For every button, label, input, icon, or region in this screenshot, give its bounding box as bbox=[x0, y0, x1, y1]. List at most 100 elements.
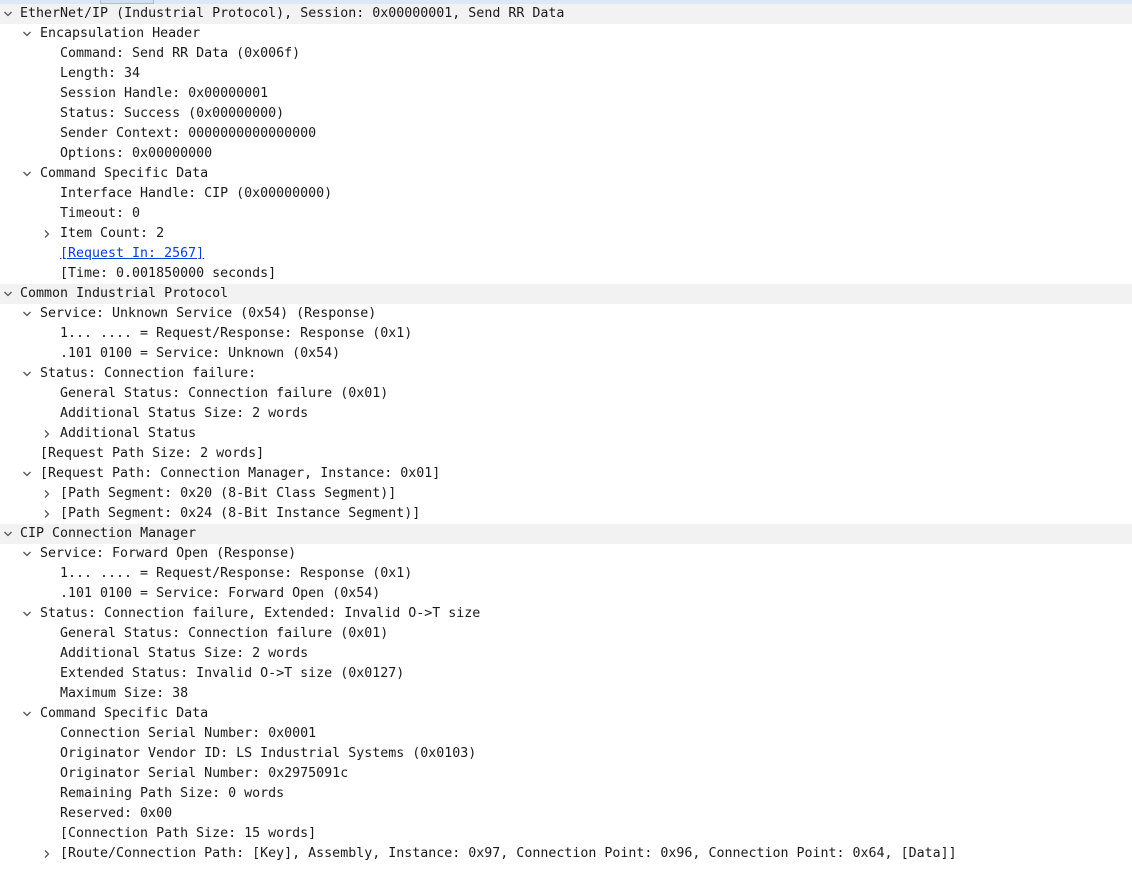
tree-row-label: Extended Status: Invalid O->T size (0x01… bbox=[60, 666, 405, 681]
chevron-down-icon[interactable] bbox=[21, 544, 33, 564]
tree-row-connection-path-size[interactable]: [Connection Path Size: 15 words] bbox=[0, 824, 1132, 844]
tree-row-session-handle[interactable]: Session Handle: 0x00000001 bbox=[0, 84, 1132, 104]
tree-row-label: 1... .... = Request/Response: Response (… bbox=[60, 326, 413, 341]
tree-row-label: Length: 34 bbox=[60, 66, 141, 81]
tree-row-interface-handle[interactable]: Interface Handle: CIP (0x00000000) bbox=[0, 184, 1132, 204]
tree-row-label: Session Handle: 0x00000001 bbox=[60, 86, 269, 101]
tree-row-label: Originator Serial Number: 0x2975091c bbox=[60, 766, 349, 781]
chevron-down-icon[interactable] bbox=[21, 604, 33, 624]
chevron-down-icon[interactable] bbox=[21, 24, 33, 44]
chevron-right-icon[interactable] bbox=[41, 844, 53, 864]
tree-row-common-industrial-protocol[interactable]: Common Industrial Protocol bbox=[0, 284, 1132, 304]
tree-row-cm-extended-status[interactable]: Extended Status: Invalid O->T size (0x01… bbox=[0, 664, 1132, 684]
tree-row-cm-status[interactable]: Status: Connection failure, Extended: In… bbox=[0, 604, 1132, 624]
tree-row-label: Status: Success (0x00000000) bbox=[60, 106, 285, 121]
tree-row-additional-status[interactable]: Additional Status bbox=[0, 424, 1132, 444]
tree-row-label: Originator Vendor ID: LS Industrial Syst… bbox=[60, 746, 477, 761]
tree-row-label: Sender Context: 0000000000000000 bbox=[60, 126, 317, 141]
tree-row-label: Item Count: 2 bbox=[60, 226, 165, 241]
tree-row-path-segment-instance[interactable]: [Path Segment: 0x24 (8-Bit Instance Segm… bbox=[0, 504, 1132, 524]
tree-row-cip-status[interactable]: Status: Connection failure: bbox=[0, 364, 1132, 384]
tree-row-command[interactable]: Command: Send RR Data (0x006f) bbox=[0, 44, 1132, 64]
tree-row-label: [Time: 0.001850000 seconds] bbox=[60, 266, 277, 281]
chevron-right-icon[interactable] bbox=[41, 424, 53, 444]
chevron-right-icon[interactable] bbox=[41, 504, 53, 524]
tree-row-label: Maximum Size: 38 bbox=[60, 686, 189, 701]
tree-row-label: Options: 0x00000000 bbox=[60, 146, 213, 161]
tree-row-route-connection-path[interactable]: [Route/Connection Path: [Key], Assembly,… bbox=[0, 844, 1132, 864]
tree-row-cm-additional-status-size[interactable]: Additional Status Size: 2 words bbox=[0, 644, 1132, 664]
tree-row-timeout[interactable]: Timeout: 0 bbox=[0, 204, 1132, 224]
tree-row-cm-service[interactable]: Service: Forward Open (Response) bbox=[0, 544, 1132, 564]
tree-row-length[interactable]: Length: 34 bbox=[0, 64, 1132, 84]
tree-row-label: [Path Segment: 0x24 (8-Bit Instance Segm… bbox=[60, 506, 421, 521]
tree-row-service[interactable]: Service: Unknown Service (0x54) (Respons… bbox=[0, 304, 1132, 324]
tree-row-label: EtherNet/IP (Industrial Protocol), Sessi… bbox=[20, 6, 565, 21]
tree-row-label: [Route/Connection Path: [Key], Assembly,… bbox=[60, 846, 957, 861]
tree-row-cm-general-status[interactable]: General Status: Connection failure (0x01… bbox=[0, 624, 1132, 644]
tree-row-command-specific-data[interactable]: Command Specific Data bbox=[0, 164, 1132, 184]
tree-row-label: [Request Path: Connection Manager, Insta… bbox=[40, 466, 441, 481]
tree-row-label: [Path Segment: 0x20 (8-Bit Class Segment… bbox=[60, 486, 397, 501]
chevron-down-icon[interactable] bbox=[21, 464, 33, 484]
tree-row-originator-vendor-id[interactable]: Originator Vendor ID: LS Industrial Syst… bbox=[0, 744, 1132, 764]
chevron-down-icon[interactable] bbox=[21, 304, 33, 324]
tree-row-request-path-size[interactable]: [Request Path Size: 2 words] bbox=[0, 444, 1132, 464]
chevron-down-icon[interactable] bbox=[21, 704, 33, 724]
tree-row-remaining-path-size[interactable]: Remaining Path Size: 0 words bbox=[0, 784, 1132, 804]
tree-row-label: [Connection Path Size: 15 words] bbox=[60, 826, 317, 841]
tree-row-label: General Status: Connection failure (0x01… bbox=[60, 626, 389, 641]
tree-row-label: .101 0100 = Service: Forward Open (0x54) bbox=[60, 586, 381, 601]
tree-row-label: Remaining Path Size: 0 words bbox=[60, 786, 285, 801]
tree-row-path-segment-class[interactable]: [Path Segment: 0x20 (8-Bit Class Segment… bbox=[0, 484, 1132, 504]
chevron-right-icon[interactable] bbox=[41, 224, 53, 244]
tree-row-label: Reserved: 0x00 bbox=[60, 806, 173, 821]
tree-row-label: 1... .... = Request/Response: Response (… bbox=[60, 566, 413, 581]
tree-row-request-in[interactable]: [Request In: 2567] bbox=[0, 244, 1132, 264]
tree-row-label: Encapsulation Header bbox=[40, 26, 201, 41]
tree-row-encapsulation-header[interactable]: Encapsulation Header bbox=[0, 24, 1132, 44]
packet-details-tree: EtherNet/IP (Industrial Protocol), Sessi… bbox=[0, 4, 1132, 864]
tree-row-originator-serial-number[interactable]: Originator Serial Number: 0x2975091c bbox=[0, 764, 1132, 784]
tree-row-cm-command-specific-data[interactable]: Command Specific Data bbox=[0, 704, 1132, 724]
tree-row-additional-status-size[interactable]: Additional Status Size: 2 words bbox=[0, 404, 1132, 424]
tree-row-label: Command Specific Data bbox=[40, 706, 209, 721]
tree-row-label: Status: Connection failure: bbox=[40, 366, 257, 381]
tree-row-label: Additional Status Size: 2 words bbox=[60, 406, 309, 421]
tree-row-request-path[interactable]: [Request Path: Connection Manager, Insta… bbox=[0, 464, 1132, 484]
tree-row-status[interactable]: Status: Success (0x00000000) bbox=[0, 104, 1132, 124]
tree-row-label: .101 0100 = Service: Unknown (0x54) bbox=[60, 346, 341, 361]
tree-row-label: Common Industrial Protocol bbox=[20, 286, 229, 301]
tree-row-sender-context[interactable]: Sender Context: 0000000000000000 bbox=[0, 124, 1132, 144]
chevron-down-icon[interactable] bbox=[21, 164, 33, 184]
tree-row-label: Service: Unknown Service (0x54) (Respons… bbox=[40, 306, 377, 321]
tree-row-general-status[interactable]: General Status: Connection failure (0x01… bbox=[0, 384, 1132, 404]
tree-row-options[interactable]: Options: 0x00000000 bbox=[0, 144, 1132, 164]
tree-row-label: CIP Connection Manager bbox=[20, 526, 197, 541]
tree-row-ethernet-ip[interactable]: EtherNet/IP (Industrial Protocol), Sessi… bbox=[0, 4, 1132, 24]
tree-row-label: Additional Status Size: 2 words bbox=[60, 646, 309, 661]
tree-row-cm-request-response-bit[interactable]: 1... .... = Request/Response: Response (… bbox=[0, 564, 1132, 584]
chevron-right-icon[interactable] bbox=[41, 484, 53, 504]
tree-row-label: Status: Connection failure, Extended: In… bbox=[40, 606, 481, 621]
tree-row-request-response-bit[interactable]: 1... .... = Request/Response: Response (… bbox=[0, 324, 1132, 344]
tree-row-cm-service-bits[interactable]: .101 0100 = Service: Forward Open (0x54) bbox=[0, 584, 1132, 604]
chevron-down-icon[interactable] bbox=[21, 364, 33, 384]
tree-row-time[interactable]: [Time: 0.001850000 seconds] bbox=[0, 264, 1132, 284]
tree-row-label: Interface Handle: CIP (0x00000000) bbox=[60, 186, 333, 201]
tree-row-cip-connection-manager[interactable]: CIP Connection Manager bbox=[0, 524, 1132, 544]
tree-row-cm-maximum-size[interactable]: Maximum Size: 38 bbox=[0, 684, 1132, 704]
chevron-down-icon[interactable] bbox=[2, 284, 14, 304]
tree-row-reserved[interactable]: Reserved: 0x00 bbox=[0, 804, 1132, 824]
chevron-down-icon[interactable] bbox=[2, 4, 14, 24]
tree-row-label: Connection Serial Number: 0x0001 bbox=[60, 726, 317, 741]
tree-row-label: Timeout: 0 bbox=[60, 206, 141, 221]
tree-row-service-bits[interactable]: .101 0100 = Service: Unknown (0x54) bbox=[0, 344, 1132, 364]
tree-row-label: General Status: Connection failure (0x01… bbox=[60, 386, 389, 401]
tree-row-connection-serial-number[interactable]: Connection Serial Number: 0x0001 bbox=[0, 724, 1132, 744]
tree-row-item-count[interactable]: Item Count: 2 bbox=[0, 224, 1132, 244]
request-in-link[interactable]: [Request In: 2567] bbox=[60, 244, 204, 264]
tree-row-label: Command Specific Data bbox=[40, 166, 209, 181]
tree-row-label: Additional Status bbox=[60, 426, 197, 441]
chevron-down-icon[interactable] bbox=[2, 524, 14, 544]
